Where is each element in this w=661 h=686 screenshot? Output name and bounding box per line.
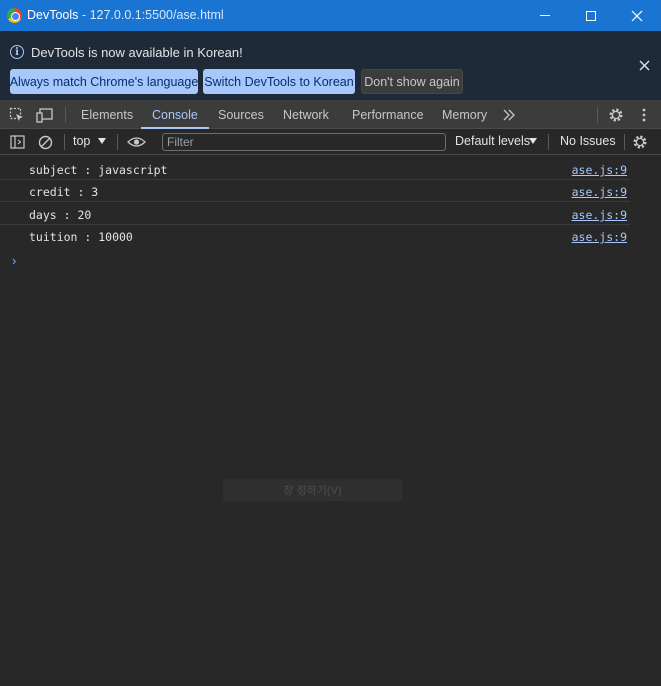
console-message-row: tuition : 10000 ase.js:9 [0,225,630,247]
sidebar-toggle-icon[interactable] [8,133,26,151]
close-icon [631,10,643,21]
faded-overlay-label: 창 정하기(V) [223,479,402,501]
toolbar-divider [117,134,118,150]
toolbar-divider [624,134,625,150]
window-url: 127.0.0.1:5500/ase.html [89,8,224,22]
always-match-language-button[interactable]: Always match Chrome's language [10,69,198,94]
window-title-separator: - [81,8,87,22]
dont-show-again-button[interactable]: Don't show again [361,69,463,94]
close-icon [639,60,649,70]
tab-memory[interactable]: Memory [442,101,487,129]
more-tabs-icon[interactable] [500,106,518,124]
tab-performance[interactable]: Performance [352,101,424,129]
console-prompt-icon[interactable]: › [12,253,16,268]
tab-network[interactable]: Network [283,101,329,129]
filter-input[interactable] [162,133,446,151]
title-bar: DevTools - 127.0.0.1:5500/ase.html [0,0,661,31]
context-selector-value: top [73,134,91,148]
switch-to-korean-button[interactable]: Switch DevTools to Korean [203,69,355,94]
tab-sources[interactable]: Sources [218,101,264,129]
console-message-row: credit : 3 ase.js:9 [0,180,630,202]
window-app-name: DevTools [27,8,79,22]
toolbar-divider [64,134,65,150]
minimize-icon [540,15,550,16]
minimize-button[interactable] [522,0,568,31]
console-message-row: subject : javascript ase.js:9 [0,158,630,180]
clear-console-icon[interactable] [36,133,54,151]
source-link[interactable]: ase.js:9 [572,185,627,199]
live-expression-eye-icon[interactable] [126,133,146,151]
maximize-icon [586,10,596,21]
settings-gear-icon[interactable] [607,106,625,124]
chevron-down-icon [98,138,106,144]
infobar-close-button[interactable] [636,57,652,73]
source-link[interactable]: ase.js:9 [572,230,627,244]
window-title: DevTools - 127.0.0.1:5500/ase.html [27,8,224,22]
info-icon: i [10,45,24,59]
chevron-down-icon [529,138,537,144]
source-link[interactable]: ase.js:9 [572,208,627,222]
log-levels-dropdown[interactable]: Default levels [455,134,530,148]
toolbar-divider [548,134,549,150]
inspect-element-icon[interactable] [8,106,26,124]
toolbar-divider [597,107,598,123]
issues-button[interactable]: No Issues [560,134,616,148]
console-message-row: days : 20 ase.js:9 [0,203,630,225]
console-message-text: credit : 3 [29,185,99,199]
console-message-text: subject : javascript [29,163,168,177]
infobar-message: DevTools is now available in Korean! [31,45,243,60]
tab-console[interactable]: Console [141,101,209,129]
context-selector[interactable]: top [73,134,90,148]
console-output[interactable]: subject : javascript ase.js:9 credit : 3… [0,156,661,686]
chrome-logo-icon [7,8,22,23]
maximize-button[interactable] [568,0,614,31]
source-link[interactable]: ase.js:9 [572,163,627,177]
console-settings-gear-icon[interactable] [631,133,649,151]
tab-elements[interactable]: Elements [81,101,133,129]
main-tab-bar: Elements Console Sources Network Perform… [0,101,661,129]
close-window-button[interactable] [614,0,660,31]
log-levels-label: Default levels [455,134,531,148]
device-toolbar-icon[interactable] [36,106,54,124]
console-message-text: days : 20 [29,208,92,222]
toolbar-divider [65,107,66,123]
more-options-icon[interactable] [635,106,653,124]
console-message-text: tuition : 10000 [29,230,133,244]
